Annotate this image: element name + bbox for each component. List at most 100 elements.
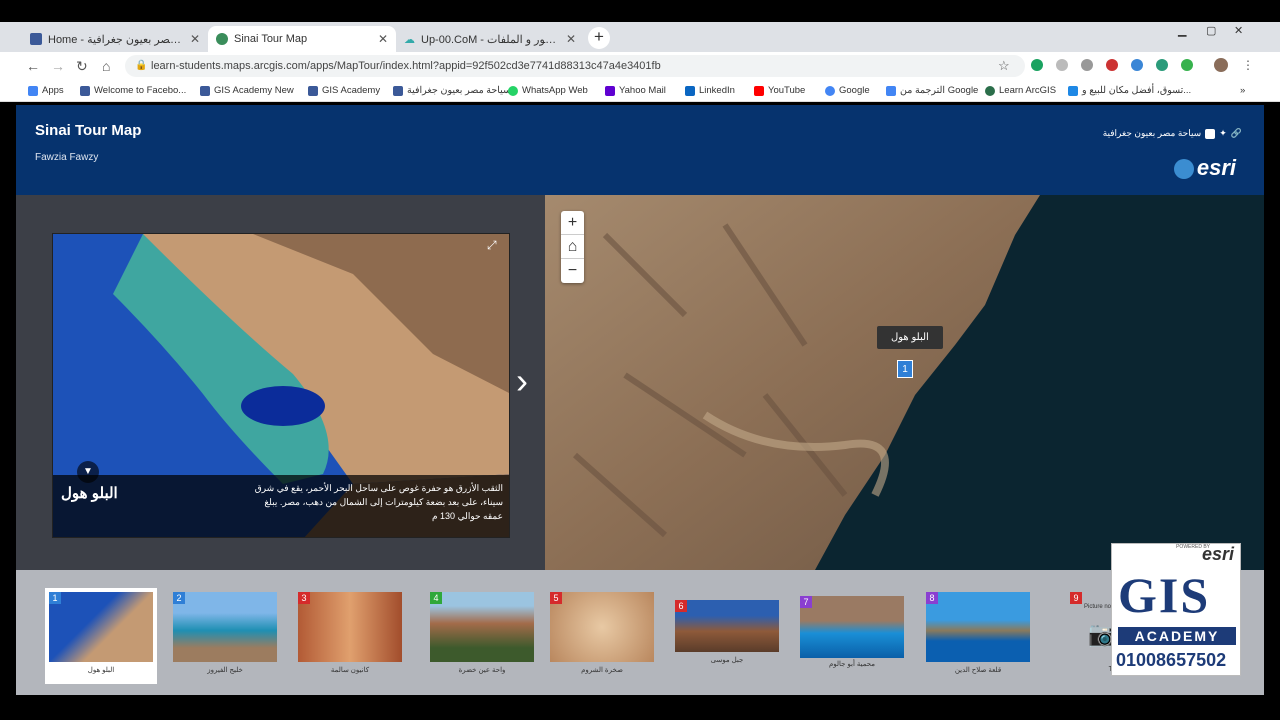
bookmark-label: Welcome to Facebo... <box>94 85 187 96</box>
star-icon[interactable]: ☆ <box>998 58 1010 74</box>
twitter-icon[interactable]: ✦ <box>1219 128 1227 139</box>
caption-description: الثقب الأزرق هو حفرة غوص على ساحل البحر … <box>254 483 503 521</box>
thumbnail-item[interactable]: 6 جبل موسى <box>671 588 783 684</box>
extension-icon[interactable] <box>1056 59 1068 71</box>
thumbnail-item[interactable]: 2 خليج الفيروز <box>169 588 281 684</box>
thumbnail-caption: واحة عين خضرة <box>458 667 506 674</box>
extension-icon[interactable] <box>1156 59 1168 71</box>
bookmark-gis-new[interactable]: GIS Academy New <box>200 85 294 96</box>
new-tab-button[interactable]: + <box>588 27 610 49</box>
watermark-powered: POWERED BY <box>1176 544 1210 550</box>
bookmark-label: GIS Academy New <box>214 85 294 96</box>
tab-title: Up-00.CoM - مركز رفع الصور و الملفات <box>421 33 560 46</box>
media-panel: ⤢ ▼ البلو هول الثقب الأزرق هو حفرة غوص ع… <box>16 195 545 570</box>
zoom-control: + ⌂ − <box>561 211 584 283</box>
browser-tab-bar: Home - سياحة مصر بعيون جغرافية ✕ Sinai T… <box>0 22 1280 52</box>
extension-icon[interactable] <box>1081 59 1093 71</box>
close-icon[interactable]: ✕ <box>378 32 388 46</box>
bookmark-souq[interactable]: تسوق، أفضل مكان للبيع و... <box>1068 85 1191 96</box>
more-bookmarks-icon[interactable]: » <box>1240 85 1245 96</box>
reload-icon[interactable]: ↻ <box>76 58 88 75</box>
thumbnail-item[interactable]: 7 محمية أبو جالوم <box>796 588 908 684</box>
thumbnail-image <box>800 596 904 658</box>
thumbnail-image <box>298 592 402 662</box>
extension-icon[interactable] <box>1181 59 1193 71</box>
bookmark-apps[interactable]: Apps <box>28 85 64 96</box>
share-links: سياحة مصر بعيون جغرافية ✦ 🔗 <box>1103 128 1242 139</box>
thumbnail-item[interactable]: 5 صخرة الشروم <box>546 588 658 684</box>
bookmarks-bar: Apps Welcome to Facebo... GIS Academy Ne… <box>0 80 1280 102</box>
thumbnail-note: Picture not <box>1084 604 1113 610</box>
bookmark-label: YouTube <box>768 85 806 96</box>
address-bar-row: ← → ↻ ⌂ 🔒 learn-students.maps.arcgis.com… <box>0 52 1280 80</box>
chevron-down-icon[interactable]: ▼ <box>77 461 99 483</box>
zoom-out-button[interactable]: − <box>561 259 584 283</box>
thumbnail-item[interactable]: 1 البلو هول <box>45 588 157 684</box>
tab-home[interactable]: Home - سياحة مصر بعيون جغرافية ✕ <box>22 26 208 52</box>
bookmark-learn-arcgis[interactable]: Learn ArcGIS <box>985 85 1056 96</box>
bookmark-whatsapp[interactable]: WhatsApp Web <box>508 85 588 96</box>
thumbnail-image <box>550 592 654 662</box>
thumbnail-caption: البلو هول <box>87 667 115 674</box>
share-text[interactable]: سياحة مصر بعيون جغرافية <box>1103 128 1202 139</box>
thumbnail-caption: جبل موسى <box>710 657 744 664</box>
zoom-in-button[interactable]: + <box>561 211 584 235</box>
extension-icon[interactable] <box>1031 59 1043 71</box>
bookmark-translate[interactable]: الترجمة من Google <box>886 85 978 96</box>
forward-icon[interactable]: → <box>51 58 65 74</box>
extension-icon[interactable] <box>1131 59 1143 71</box>
url-field[interactable]: 🔒 learn-students.maps.arcgis.com/apps/Ma… <box>125 55 1025 77</box>
url-text: learn-students.maps.arcgis.com/apps/MapT… <box>151 60 661 72</box>
caption-box: ▼ البلو هول الثقب الأزرق هو حفرة غوص على… <box>53 461 509 537</box>
thumbnail-number: 4 <box>430 592 442 604</box>
bookmark-label: Apps <box>42 85 64 96</box>
bookmark-label: سياحة مصر بعيون جغرافية <box>407 85 511 96</box>
home-icon[interactable]: ⌂ <box>561 235 584 259</box>
next-arrow-button[interactable]: › <box>516 360 528 402</box>
maximize-button[interactable]: ▢ <box>1206 24 1216 37</box>
bookmark-linkedin[interactable]: LinkedIn <box>685 85 735 96</box>
bookmark-siyaha[interactable]: سياحة مصر بعيون جغرافية <box>393 85 511 96</box>
thumbnail-image <box>675 600 779 652</box>
thumbnail-caption: قلعة صلاح الدين <box>954 667 1002 674</box>
author-name: Fawzia Fawzy <box>35 152 99 163</box>
bookmark-google[interactable]: Google <box>825 85 870 96</box>
bookmark-label: Yahoo Mail <box>619 85 666 96</box>
thumbnail-item[interactable]: 8 قلعة صلاح الدين <box>922 588 1034 684</box>
bookmark-yahoo[interactable]: Yahoo Mail <box>605 85 666 96</box>
facebook-icon[interactable] <box>1205 128 1216 139</box>
close-icon[interactable]: ✕ <box>190 32 200 46</box>
watermark-title: GIS <box>1118 567 1211 623</box>
facebook-icon <box>30 33 42 45</box>
arcgis-icon <box>216 33 228 45</box>
extension-icon[interactable] <box>1106 59 1118 71</box>
bookmark-facebook[interactable]: Welcome to Facebo... <box>80 85 186 96</box>
bookmark-gis[interactable]: GIS Academy <box>308 85 380 96</box>
minimize-button[interactable]: ▁ <box>1178 24 1186 37</box>
bookmark-youtube[interactable]: YouTube <box>754 85 805 96</box>
avatar[interactable] <box>1214 58 1228 72</box>
tab-sinai[interactable]: Sinai Tour Map ✕ <box>208 26 396 52</box>
thumbnail-number: 2 <box>173 592 185 604</box>
close-icon[interactable]: ✕ <box>566 32 576 46</box>
back-icon[interactable]: ← <box>26 58 40 74</box>
map-view[interactable]: + ⌂ − البلو هول 1 <box>545 195 1264 570</box>
esri-logo: esri <box>1173 155 1236 181</box>
thumbnail-item[interactable]: 3 كانيون سالمة <box>294 588 406 684</box>
feature-photo[interactable]: ⤢ ▼ البلو هول الثقب الأزرق هو حفرة غوص ع… <box>52 233 510 538</box>
thumbnail-image <box>430 592 534 662</box>
tab-upload[interactable]: ☁ Up-00.CoM - مركز رفع الصور و الملفات ✕ <box>396 26 584 52</box>
lock-icon: 🔒 <box>135 60 148 71</box>
gis-academy-watermark: esri POWERED BY GIS ACADEMY 01008657502 <box>1111 543 1241 676</box>
thumbnail-item[interactable]: 4 واحة عين خضرة <box>426 588 538 684</box>
home-icon[interactable]: ⌂ <box>102 58 110 74</box>
map-pin[interactable]: 1 <box>897 360 913 378</box>
menu-icon[interactable]: ⋮ <box>1242 58 1254 72</box>
screen: Home - سياحة مصر بعيون جغرافية ✕ Sinai T… <box>0 0 1280 720</box>
close-window-button[interactable]: ✕ <box>1234 24 1243 37</box>
page-title: Sinai Tour Map <box>35 122 142 139</box>
expand-icon[interactable]: ⤢ <box>487 238 503 254</box>
link-icon[interactable]: 🔗 <box>1231 128 1242 139</box>
thumbnail-image <box>49 592 153 662</box>
cloud-icon: ☁ <box>404 33 415 46</box>
